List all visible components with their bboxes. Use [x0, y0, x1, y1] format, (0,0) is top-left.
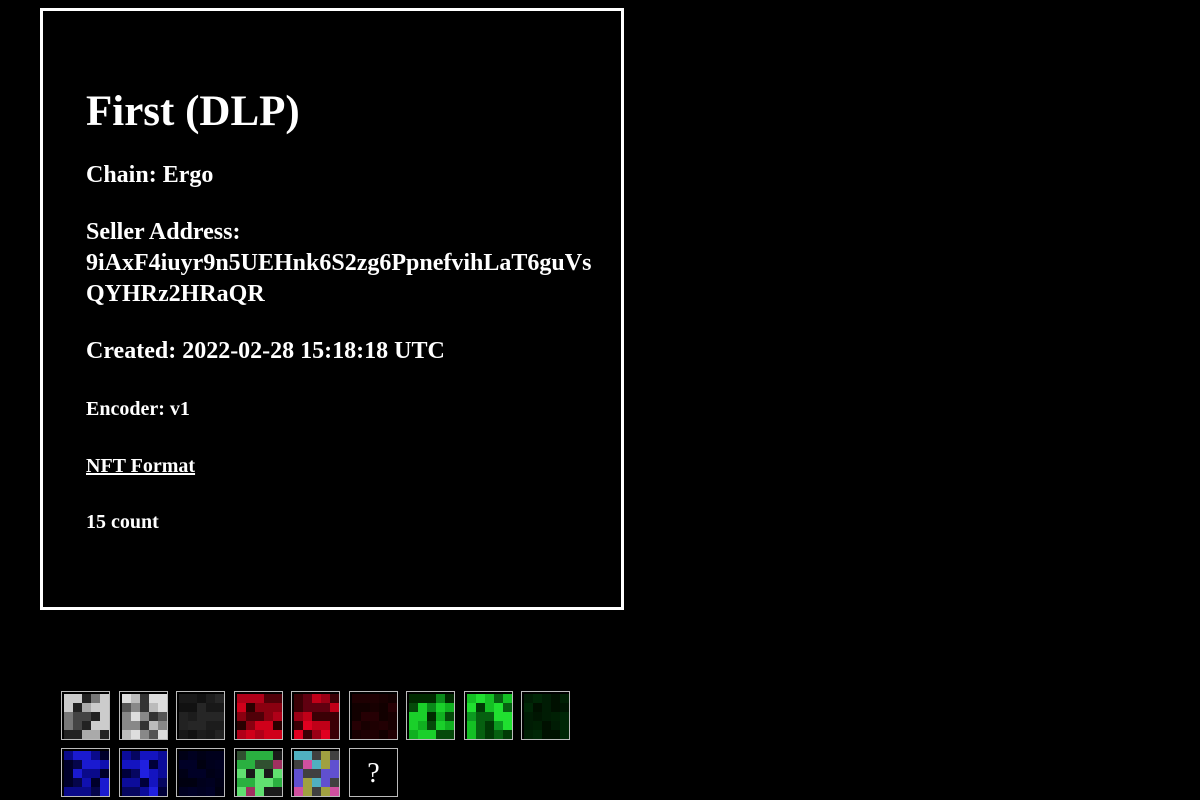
pixel-mosaic	[294, 694, 339, 739]
thumb-blue-1[interactable]	[61, 748, 110, 797]
thumb-red-2[interactable]	[291, 691, 340, 740]
pixel-mosaic	[524, 694, 569, 739]
nft-format-row: NFT Format	[86, 453, 606, 479]
nft-info-card: First (DLP) Chain: Ergo Seller Address: …	[40, 8, 624, 610]
pixel-mosaic	[237, 694, 282, 739]
thumb-mixed-1[interactable]	[234, 748, 283, 797]
pixel-mosaic	[122, 751, 167, 796]
encoder-version: Encoder: v1	[86, 398, 190, 420]
nft-format-link[interactable]: NFT Format	[86, 455, 195, 477]
pixel-mosaic	[179, 751, 224, 796]
page-title: First (DLP)	[86, 88, 300, 135]
pixel-mosaic	[64, 694, 109, 739]
pixel-mosaic	[352, 694, 397, 739]
thumb-red-dark[interactable]	[349, 691, 398, 740]
pixel-mosaic	[122, 694, 167, 739]
thumb-unknown[interactable]: ?	[349, 748, 398, 797]
thumb-blue-dark[interactable]	[176, 748, 225, 797]
pixel-mosaic	[179, 694, 224, 739]
thumb-green-1[interactable]	[406, 691, 455, 740]
thumb-gray-dark[interactable]	[176, 691, 225, 740]
pixel-mosaic	[294, 751, 339, 796]
created-timestamp: Created: 2022-02-28 15:18:18 UTC	[86, 338, 445, 364]
seller-address-value: 9iAxF4iuyr9n5UEHnk6S2zg6PpnefvihLaT6guVs…	[86, 250, 592, 307]
seller-address-label: Seller Address:	[86, 219, 241, 245]
card-content: First (DLP) Chain: Ergo Seller Address: …	[86, 87, 606, 535]
pixel-mosaic	[237, 751, 282, 796]
chain-info: Chain: Ergo	[86, 162, 214, 188]
pixel-mosaic	[64, 751, 109, 796]
thumb-gray-2[interactable]	[119, 691, 168, 740]
pixel-mosaic	[467, 694, 512, 739]
thumb-blue-2[interactable]	[119, 748, 168, 797]
thumb-gray-1[interactable]	[61, 691, 110, 740]
pixel-mosaic	[409, 694, 454, 739]
thumb-green-2[interactable]	[464, 691, 513, 740]
nft-count: 15 count	[86, 511, 159, 533]
thumb-green-dark[interactable]	[521, 691, 570, 740]
thumb-mixed-2[interactable]	[291, 748, 340, 797]
thumb-red-1[interactable]	[234, 691, 283, 740]
question-mark-icon: ?	[367, 758, 380, 789]
